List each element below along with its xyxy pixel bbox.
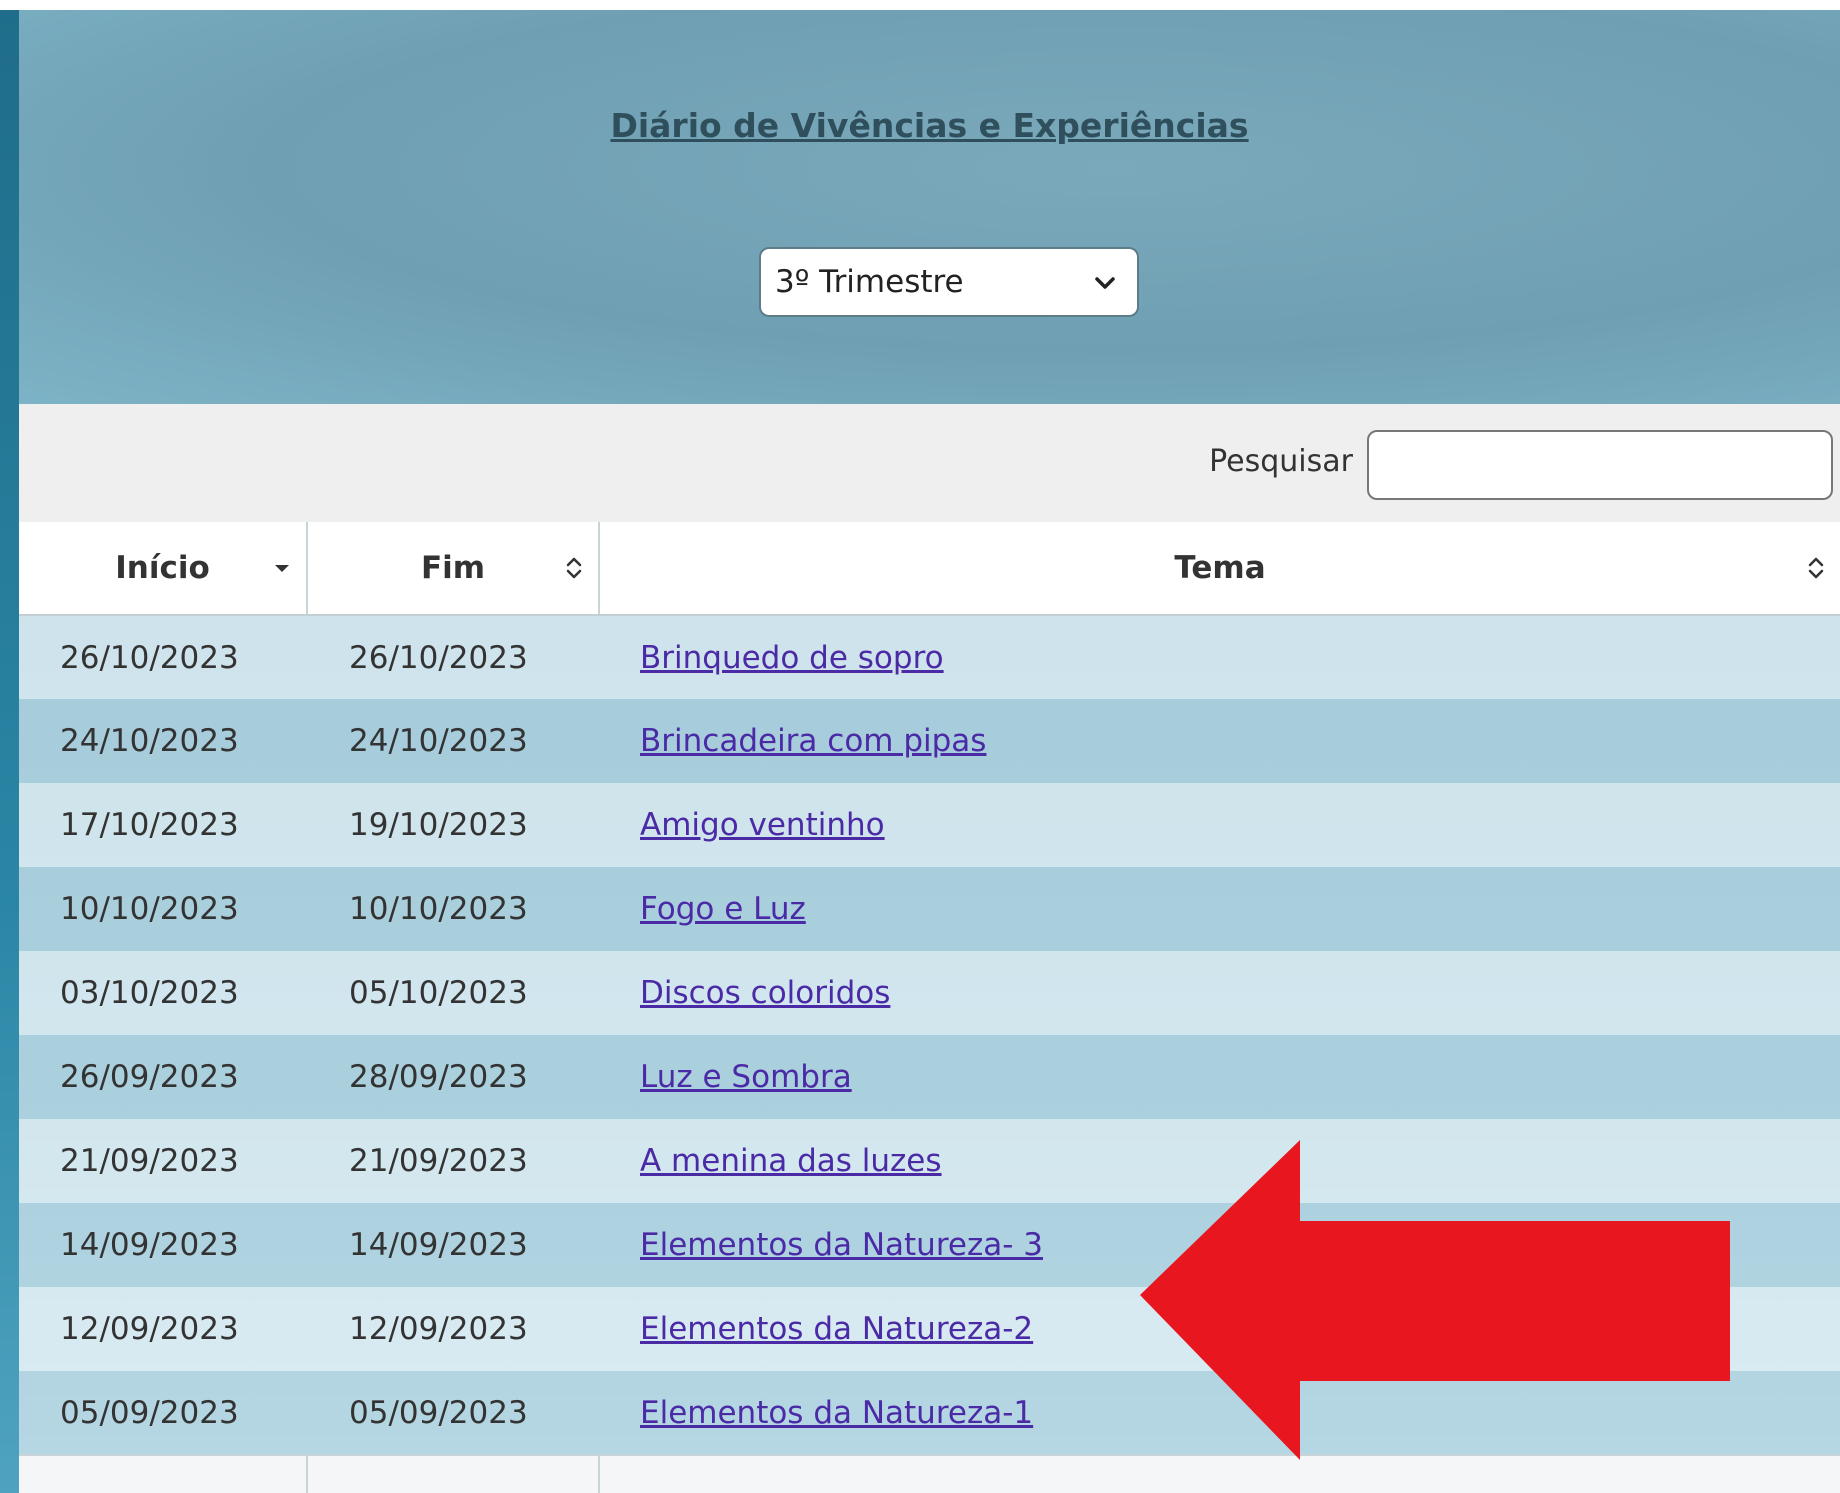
chevron-down-icon xyxy=(1095,277,1115,289)
cell-inicio: 26/09/2023 xyxy=(19,1035,307,1119)
cell-tema: Amigo ventinho xyxy=(599,783,1840,867)
page-title[interactable]: Diário de Vivências e Experiências xyxy=(19,106,1840,145)
tema-link[interactable]: Fogo e Luz xyxy=(640,891,806,927)
table-row: 17/10/2023 19/10/2023 Amigo ventinho xyxy=(19,783,1840,867)
cell-inicio: 26/10/2023 xyxy=(19,615,307,699)
tema-link[interactable]: Discos coloridos xyxy=(640,975,890,1011)
sort-both-icon xyxy=(1808,557,1824,579)
tema-link[interactable]: Elementos da Natureza- 3 xyxy=(640,1227,1043,1263)
cell-fim: 12/09/2023 xyxy=(307,1287,599,1371)
cell-tema: Luz e Sombra xyxy=(599,1035,1840,1119)
page: Diário de Vivências e Experiências 3º Tr… xyxy=(0,0,1840,1493)
column-header-label: Fim xyxy=(420,550,486,586)
tema-link[interactable]: Brinquedo de sopro xyxy=(640,640,944,676)
tema-link[interactable]: Elementos da Natureza-2 xyxy=(640,1311,1033,1347)
sort-desc-icon xyxy=(275,565,289,572)
cell-inicio: 17/10/2023 xyxy=(19,783,307,867)
cell-fim: 05/10/2023 xyxy=(307,951,599,1035)
cell-fim: 24/10/2023 xyxy=(307,699,599,783)
cell-fim: 05/09/2023 xyxy=(307,1371,599,1455)
tema-link[interactable]: Amigo ventinho xyxy=(640,807,885,843)
cell-fim: 21/09/2023 xyxy=(307,1119,599,1203)
page-header: Diário de Vivências e Experiências 3º Tr… xyxy=(19,10,1840,404)
table-footer-row xyxy=(19,1454,1840,1493)
cell-inicio: 03/10/2023 xyxy=(19,951,307,1035)
table-row: 24/10/2023 24/10/2023 Brincadeira com pi… xyxy=(19,699,1840,783)
table-row: 03/10/2023 05/10/2023 Discos coloridos xyxy=(19,951,1840,1035)
cell-inicio: 21/09/2023 xyxy=(19,1119,307,1203)
top-strip xyxy=(0,0,1840,10)
cell-inicio: 05/09/2023 xyxy=(19,1371,307,1455)
cell-inicio: 14/09/2023 xyxy=(19,1203,307,1287)
table-row: 26/10/2023 26/10/2023 Brinquedo de sopro xyxy=(19,615,1840,699)
footer-cell xyxy=(307,1454,600,1493)
tema-link[interactable]: Brincadeira com pipas xyxy=(640,723,986,759)
red-left-arrow-icon xyxy=(1140,1140,1730,1460)
cell-tema: Fogo e Luz xyxy=(599,867,1840,951)
cell-fim: 28/09/2023 xyxy=(307,1035,599,1119)
cell-fim: 19/10/2023 xyxy=(307,783,599,867)
cell-tema: Brinquedo de sopro xyxy=(599,615,1840,699)
table-row: 26/09/2023 28/09/2023 Luz e Sombra xyxy=(19,1035,1840,1119)
sort-both-icon xyxy=(566,557,582,579)
table-toolbar: Pesquisar xyxy=(19,404,1840,522)
column-header-inicio[interactable]: Início xyxy=(19,522,308,616)
tema-link[interactable]: A menina das luzes xyxy=(640,1143,942,1179)
column-header-label: Tema xyxy=(1174,550,1266,586)
table-row: 10/10/2023 10/10/2023 Fogo e Luz xyxy=(19,867,1840,951)
period-select-value: 3º Trimestre xyxy=(775,264,964,300)
cell-inicio: 24/10/2023 xyxy=(19,699,307,783)
cell-inicio: 10/10/2023 xyxy=(19,867,307,951)
table-header-row: Início Fim Tema xyxy=(19,522,1840,616)
column-header-fim[interactable]: Fim xyxy=(307,522,600,616)
tema-link[interactable]: Luz e Sombra xyxy=(640,1059,852,1095)
left-edge xyxy=(0,10,19,1493)
cell-tema: Brincadeira com pipas xyxy=(599,699,1840,783)
period-select[interactable]: 3º Trimestre xyxy=(759,247,1139,317)
cell-fim: 14/09/2023 xyxy=(307,1203,599,1287)
footer-cell xyxy=(19,1454,308,1493)
column-header-tema[interactable]: Tema xyxy=(599,522,1840,616)
tema-link[interactable]: Elementos da Natureza-1 xyxy=(640,1395,1033,1431)
cell-inicio: 12/09/2023 xyxy=(19,1287,307,1371)
cell-tema: Discos coloridos xyxy=(599,951,1840,1035)
footer-cell xyxy=(599,1454,1840,1493)
cell-fim: 26/10/2023 xyxy=(307,615,599,699)
search-input[interactable] xyxy=(1367,430,1833,500)
search-label: Pesquisar xyxy=(1209,444,1353,479)
cell-fim: 10/10/2023 xyxy=(307,867,599,951)
column-header-label: Início xyxy=(115,550,210,586)
